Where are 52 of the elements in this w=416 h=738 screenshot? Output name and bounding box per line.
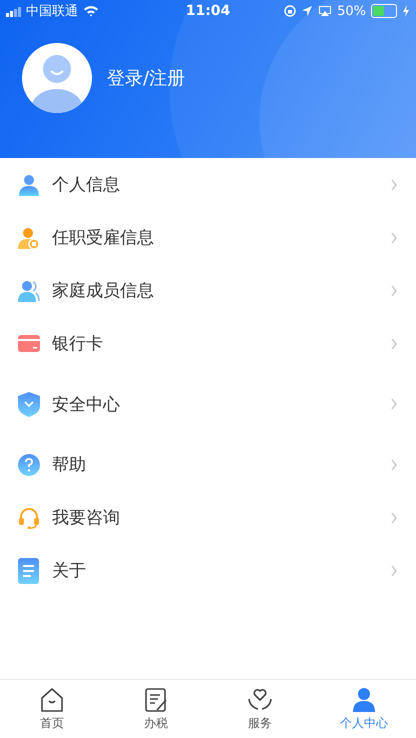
menu-item[interactable]: 关于 [0,544,416,597]
tab-item[interactable]: 首页 [7,680,97,738]
menu-label: 我要咨询 [52,507,121,529]
chevron-icon [391,564,398,576]
headset-icon [18,506,40,528]
rotation-lock-icon [284,5,296,17]
document-pen-icon [143,686,169,712]
chevron-icon [391,178,398,190]
chevron-icon [391,232,398,244]
tab-item[interactable]: 服务 [215,680,305,738]
menu-label: 关于 [52,560,87,582]
menu-item[interactable]: 帮助 [0,438,416,491]
location-icon [301,5,314,17]
chevron-icon [391,338,398,350]
shield-icon [18,392,40,416]
tab-item[interactable]: 办税 [111,680,201,738]
menu-label: 银行卡 [52,333,104,355]
menu-item[interactable]: 银行卡 [0,317,416,370]
menu-label: 家庭成员信息 [52,280,155,302]
person-badge-icon [18,226,40,248]
battery-percent: 50% [337,4,366,18]
menu-item[interactable]: 个人信息 [0,158,416,211]
charging-icon [402,5,410,17]
battery-icon [371,4,397,18]
menu-item[interactable]: 安全中心 [0,370,416,438]
document-icon [18,558,40,584]
chevron-icon [391,512,398,524]
two-people-icon [18,280,40,302]
menu-item[interactable]: 家庭成员信息 [0,264,416,317]
login-link[interactable]: 登录/注册 [107,66,186,90]
avatar-icon[interactable] [22,43,92,113]
house-icon [39,686,65,712]
menu-label: 个人信息 [52,174,121,196]
person-icon [18,174,40,196]
card-icon [18,332,40,354]
question-icon [18,454,40,476]
menu-label: 任职受雇信息 [52,227,155,249]
menu-item[interactable]: 我要咨询 [0,491,416,544]
clock: 11:04 [186,3,230,19]
signal-icon [6,6,21,16]
carrier-name: 中国联通 [26,3,78,20]
menu-item[interactable]: 任职受雇信息 [0,211,416,264]
chevron-icon [391,284,398,296]
wifi-icon [83,5,99,17]
airplay-icon [318,5,332,17]
person-icon [351,686,377,712]
menu-label: 安全中心 [52,394,121,416]
tab-item[interactable]: 个人中心 [319,680,409,738]
chevron-icon [391,398,398,410]
heart-hands-icon [247,686,273,712]
chevron-icon [391,458,398,470]
menu-label: 帮助 [52,454,87,476]
